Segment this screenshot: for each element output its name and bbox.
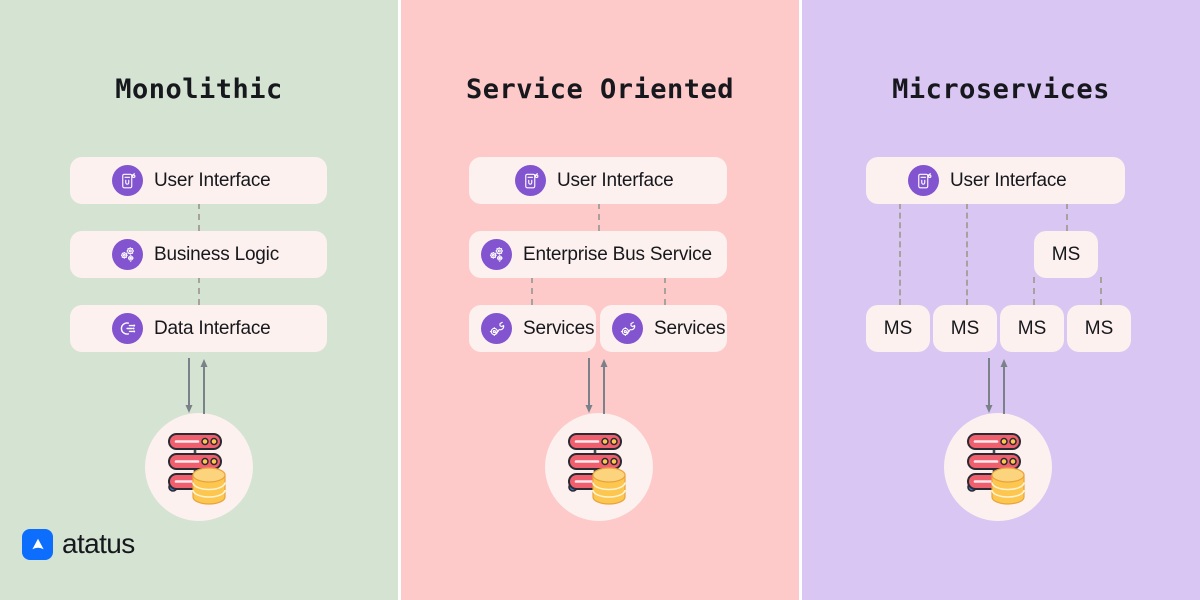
connector-ui-to-ms-2	[966, 203, 968, 305]
ms-label: MS	[1084, 317, 1114, 339]
connector-ui-to-ms-top	[1066, 203, 1068, 231]
node-label: Data Interface	[154, 317, 271, 339]
node-label: User Interface	[154, 169, 271, 191]
microservice-box-3[interactable]: MS	[1000, 305, 1064, 352]
mobile-ui-icon	[112, 165, 143, 196]
panel-service-oriented: Service Oriented User Interface Enterpri…	[401, 0, 799, 600]
gears-icon	[481, 239, 512, 270]
panel-microservices: Microservices User Interface MS MS MS MS…	[802, 0, 1200, 600]
microservice-box-top[interactable]: MS	[1034, 231, 1098, 278]
database-server-icon	[168, 433, 226, 505]
architecture-diagram: Monolithic User Interface Business Logic…	[0, 0, 1200, 600]
data-link-icon	[112, 313, 143, 344]
atatus-logo[interactable]: atatus	[22, 528, 135, 560]
ms-label: MS	[883, 317, 913, 339]
db-arrows	[585, 358, 608, 414]
wrench-gear-icon	[612, 313, 643, 344]
node-user-interface[interactable]: User Interface	[469, 157, 727, 204]
wrench-gear-icon	[481, 313, 512, 344]
node-enterprise-bus-service[interactable]: Enterprise Bus Service	[469, 231, 727, 278]
connector-bus-to-service-left	[531, 277, 533, 305]
microservice-box-2[interactable]: MS	[933, 305, 997, 352]
panel-title-microservices: Microservices	[892, 74, 1110, 105]
atatus-arrow-logo	[22, 528, 53, 560]
connector-ui-to-ms-1	[899, 203, 901, 305]
node-label: Services	[654, 317, 726, 339]
node-user-interface[interactable]: User Interface	[866, 157, 1125, 204]
connector-ui-to-logic	[198, 203, 200, 231]
db-arrows	[985, 358, 1008, 414]
database-server-icon	[967, 433, 1025, 505]
ms-label: MS	[950, 317, 980, 339]
connector-ui-to-bus	[598, 203, 600, 231]
panel-title-service-oriented: Service Oriented	[465, 74, 735, 105]
node-label: Enterprise Bus Service	[523, 243, 712, 265]
connector-ms-top-to-ms-3	[1033, 277, 1035, 305]
node-services-left[interactable]: Services	[469, 305, 596, 352]
brand-name: atatus	[62, 528, 135, 559]
node-data-interface[interactable]: Data Interface	[70, 305, 327, 352]
ms-label: MS	[1051, 243, 1081, 265]
connector-bus-to-service-right	[664, 277, 666, 305]
mobile-ui-icon	[515, 165, 546, 196]
connector-logic-to-data	[198, 277, 200, 305]
panel-title-monolithic: Monolithic	[115, 74, 283, 105]
panel-monolithic: Monolithic User Interface Business Logic…	[0, 0, 398, 600]
node-label: User Interface	[950, 169, 1067, 191]
node-business-logic[interactable]: Business Logic	[70, 231, 327, 278]
db-arrows	[185, 358, 208, 414]
database-server-icon	[568, 433, 626, 505]
node-label: User Interface	[557, 169, 674, 191]
node-user-interface[interactable]: User Interface	[70, 157, 327, 204]
microservice-box-1[interactable]: MS	[866, 305, 930, 352]
connector-ms-top-to-ms-4	[1100, 277, 1102, 305]
ms-label: MS	[1017, 317, 1047, 339]
node-label: Services	[523, 317, 595, 339]
mobile-ui-icon	[908, 165, 939, 196]
node-label: Business Logic	[154, 243, 279, 265]
gears-icon	[112, 239, 143, 270]
microservice-box-4[interactable]: MS	[1067, 305, 1131, 352]
node-services-right[interactable]: Services	[600, 305, 727, 352]
